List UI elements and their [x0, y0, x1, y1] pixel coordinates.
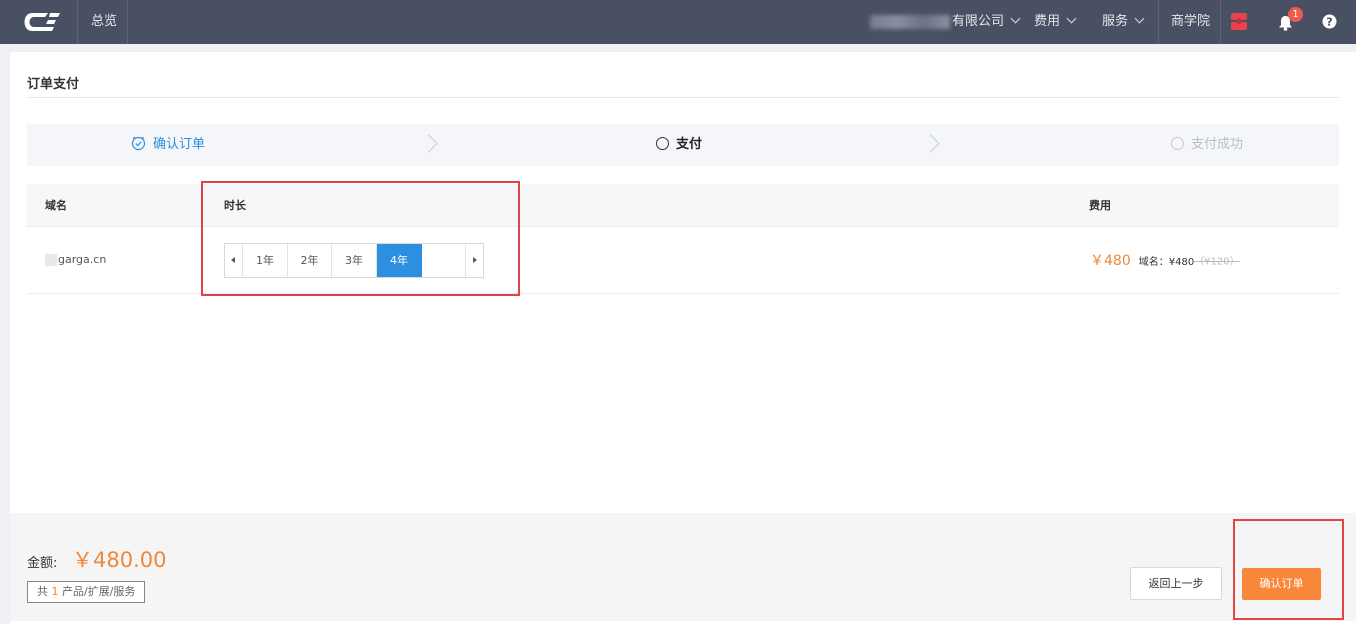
step-payment-success: 支付成功: [1171, 124, 1243, 166]
count-suffix: 产品/扩展/服务: [62, 585, 136, 598]
duration-option-2y[interactable]: 2年: [288, 244, 332, 277]
step-label: 支付: [676, 137, 703, 152]
nav-cost-label: 费用: [1034, 14, 1061, 29]
help-icon[interactable]: ?: [1322, 14, 1337, 29]
order-steps: 确认订单 支付 支付成功: [27, 124, 1339, 166]
confirm-order-button[interactable]: 确认订单: [1242, 568, 1321, 600]
page-title: 订单支付: [27, 77, 80, 92]
duration-prev-button[interactable]: [225, 244, 243, 277]
notification-badge: 1: [1288, 7, 1303, 22]
chevron-down-icon: [1134, 13, 1145, 24]
nav-company-menu[interactable]: 有限公司: [870, 0, 1021, 44]
header-domain: 域名: [45, 199, 67, 212]
chevron-down-icon: [1066, 13, 1077, 24]
amount-label: 金额:: [27, 556, 58, 571]
count-number: 1: [51, 585, 59, 598]
top-navigation-bar: 总览 有限公司 费用 服务 商学院 1 ?: [0, 0, 1356, 44]
duration-option-1y[interactable]: 1年: [243, 244, 288, 277]
chevron-down-icon: [1010, 13, 1021, 24]
header-duration: 时长: [224, 199, 246, 212]
item-count-box: 共 1 产品/扩展/服务: [27, 581, 146, 603]
domain-text: garga.cn: [58, 253, 107, 266]
duration-selector: 1年 2年 3年 4年: [224, 243, 484, 278]
nav-divider: [77, 0, 78, 44]
store-icon[interactable]: [1231, 13, 1247, 30]
step-arrow: [921, 134, 940, 153]
nav-cost-menu[interactable]: 费用: [1034, 0, 1077, 44]
clock-check-icon: [131, 136, 146, 151]
price-amount: ￥480: [1090, 253, 1131, 269]
step-label: 支付成功: [1191, 137, 1244, 152]
circle-icon: [656, 137, 669, 150]
circle-icon: [1171, 137, 1184, 150]
title-divider: [27, 97, 1339, 98]
step-confirm-order: 确认订单: [131, 124, 205, 166]
header-cost: 费用: [1089, 199, 1111, 212]
domain-name: garga.cn: [45, 253, 106, 266]
caret-right-icon: [473, 257, 477, 263]
nav-divider: [127, 0, 128, 44]
redacted-company-name: [870, 14, 950, 29]
back-button[interactable]: 返回上一步: [1130, 567, 1222, 600]
ce-logo-icon[interactable]: [18, 10, 62, 34]
caret-left-icon: [231, 257, 235, 263]
nav-divider: [1220, 0, 1221, 44]
help-glyph: ?: [1326, 15, 1332, 28]
duration-option-3y[interactable]: 3年: [332, 244, 377, 277]
duration-next-button[interactable]: [465, 244, 483, 277]
price-breakdown: 域名：¥480: [1138, 256, 1195, 268]
redacted-domain-prefix: [45, 254, 57, 266]
company-suffix: 有限公司: [952, 14, 1005, 29]
step-label: 确认订单: [153, 137, 206, 152]
table-row: garga.cn 1年 2年 3年 4年 ￥480 域名：¥480（¥120）: [27, 227, 1339, 294]
price-original: （¥120）: [1194, 256, 1240, 268]
nav-overview[interactable]: 总览: [91, 0, 117, 44]
step-payment: 支付: [656, 124, 702, 166]
nav-academy[interactable]: 商学院: [1171, 0, 1210, 44]
order-table-header: 域名 时长 费用: [27, 184, 1339, 227]
count-prefix: 共: [37, 585, 48, 598]
amount-value: ￥480.00: [72, 548, 167, 572]
order-footer: 金额: ￥480.00 共 1 产品/扩展/服务 返回上一步 确认订单: [10, 513, 1356, 621]
row-price: ￥480 域名：¥480（¥120）: [1090, 250, 1240, 270]
step-arrow: [419, 134, 438, 153]
nav-service-menu[interactable]: 服务: [1102, 0, 1145, 44]
duration-option-4y[interactable]: 4年: [377, 244, 422, 277]
nav-divider: [1158, 0, 1159, 44]
nav-service-label: 服务: [1102, 14, 1129, 29]
